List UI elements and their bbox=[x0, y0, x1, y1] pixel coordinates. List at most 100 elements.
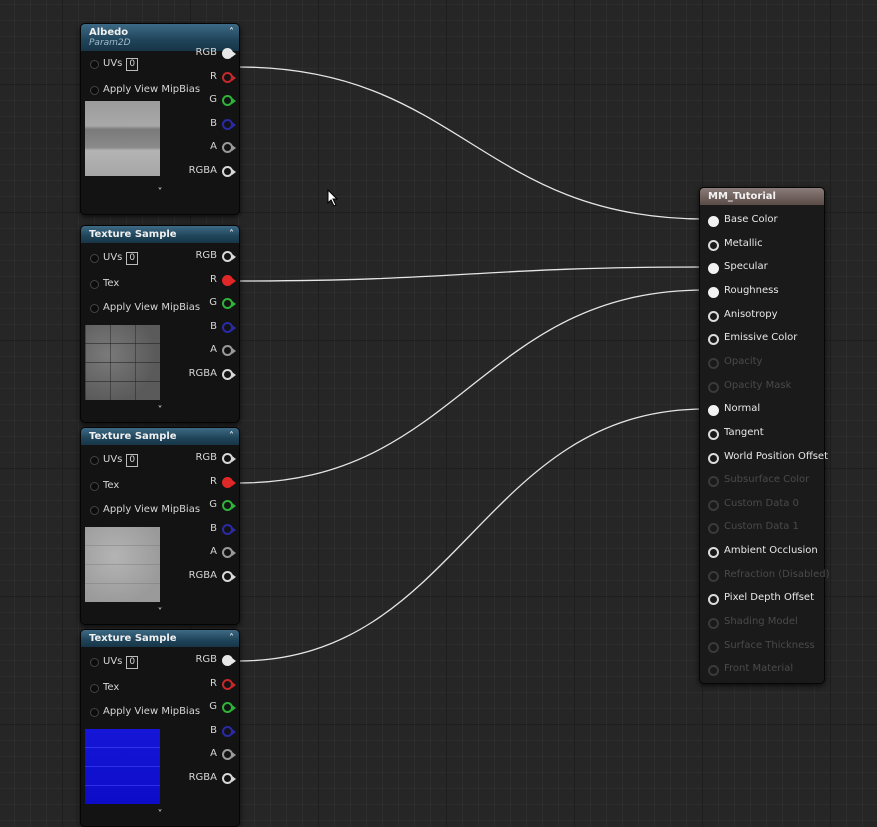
output-pin-rgb[interactable] bbox=[222, 48, 236, 59]
output-pin-r[interactable] bbox=[222, 476, 236, 488]
wire-texture2-r-to-roughness[interactable] bbox=[237, 289, 706, 484]
output-pin-rgba[interactable] bbox=[222, 773, 236, 784]
material-input-pin[interactable] bbox=[708, 310, 719, 322]
output-row-g[interactable]: G bbox=[81, 91, 239, 109]
output-row-a[interactable]: A bbox=[81, 745, 239, 763]
output-pin-rgba[interactable] bbox=[222, 369, 236, 380]
material-input-row[interactable]: Ambient Occlusion bbox=[700, 542, 824, 560]
output-row-rgb[interactable]: RGB bbox=[81, 449, 239, 467]
material-input-pin[interactable] bbox=[708, 405, 719, 417]
node-header[interactable]: Texture Sample ˄ bbox=[81, 226, 239, 243]
output-pin-r[interactable] bbox=[222, 274, 236, 286]
material-input-row[interactable]: Normal bbox=[700, 400, 824, 418]
material-input-label: Custom Data 1 bbox=[724, 521, 799, 533]
material-input-row[interactable]: Base Color bbox=[700, 211, 824, 229]
material-input-row: Subsurface Color bbox=[700, 471, 824, 489]
material-input-row[interactable]: Emissive Color bbox=[700, 329, 824, 347]
output-row-rgba[interactable]: RGBA bbox=[81, 162, 239, 180]
output-pin-g[interactable] bbox=[222, 95, 236, 107]
chevron-up-icon[interactable]: ˄ bbox=[229, 229, 234, 240]
output-row-g[interactable]: G bbox=[81, 698, 239, 716]
output-pin-g[interactable] bbox=[222, 500, 236, 512]
wire-texture3-rgb-to-normal[interactable] bbox=[237, 408, 706, 662]
output-row-a[interactable]: A bbox=[81, 341, 239, 359]
output-pin-g[interactable] bbox=[222, 702, 236, 714]
material-input-pin[interactable] bbox=[708, 428, 719, 440]
material-node-title[interactable]: MM_Tutorial bbox=[700, 188, 824, 205]
output-pin-g[interactable] bbox=[222, 298, 236, 310]
material-input-pin[interactable] bbox=[708, 216, 719, 227]
material-input-row[interactable]: Anisotropy bbox=[700, 306, 824, 324]
output-row-b[interactable]: B bbox=[81, 115, 239, 133]
output-pin-b[interactable] bbox=[222, 523, 236, 535]
output-row-rgba[interactable]: RGBA bbox=[81, 365, 239, 383]
output-pin-rgba[interactable] bbox=[222, 571, 236, 582]
output-row-g[interactable]: G bbox=[81, 294, 239, 312]
output-pin-a[interactable] bbox=[222, 547, 236, 559]
chevron-up-icon[interactable]: ˄ bbox=[229, 633, 234, 644]
output-row-r[interactable]: R bbox=[81, 473, 239, 491]
output-row-a[interactable]: A bbox=[81, 543, 239, 561]
output-pin-rgb[interactable] bbox=[222, 251, 236, 262]
chevron-down-icon[interactable]: ˅ bbox=[81, 809, 239, 820]
output-pin-b[interactable] bbox=[222, 725, 236, 737]
output-row-g[interactable]: G bbox=[81, 496, 239, 514]
material-input-row[interactable]: Tangent bbox=[700, 424, 824, 442]
wire-albedo-rgb-to-base-color[interactable] bbox=[237, 66, 706, 220]
node-header[interactable]: Texture Sample ˄ bbox=[81, 630, 239, 647]
output-pin-rgba[interactable] bbox=[222, 166, 236, 177]
output-pin-rgb[interactable] bbox=[222, 453, 236, 464]
output-row-r[interactable]: R bbox=[81, 271, 239, 289]
output-pin-a[interactable] bbox=[222, 749, 236, 761]
output-row-b[interactable]: B bbox=[81, 722, 239, 740]
node-header[interactable]: Texture Sample ˄ bbox=[81, 428, 239, 445]
material-input-pin[interactable] bbox=[708, 286, 719, 298]
output-row-rgba[interactable]: RGBA bbox=[81, 769, 239, 787]
output-pin-b[interactable] bbox=[222, 321, 236, 333]
chevron-down-icon[interactable]: ˅ bbox=[81, 607, 239, 618]
material-input-row[interactable]: World Position Offset bbox=[700, 448, 828, 466]
output-row-rgb[interactable]: RGB bbox=[81, 44, 239, 62]
output-row-a[interactable]: A bbox=[81, 138, 239, 156]
output-row-b[interactable]: B bbox=[81, 318, 239, 336]
output-label: A bbox=[210, 344, 217, 356]
material-input-pin[interactable] bbox=[708, 547, 719, 559]
material-input-row[interactable]: Pixel Depth Offset bbox=[700, 589, 824, 607]
albedo-node[interactable]: Albedo Param2D ˄ UVs 0 Apply View MipBias… bbox=[80, 23, 240, 215]
texture-sample-node[interactable]: Texture Sample ˄ UVs 0 Tex Apply View Mip… bbox=[80, 629, 240, 827]
material-input-row[interactable]: Metallic bbox=[700, 235, 824, 253]
output-row-rgba[interactable]: RGBA bbox=[81, 567, 239, 585]
material-input-pin bbox=[708, 641, 719, 653]
output-pin-b[interactable] bbox=[222, 118, 236, 130]
material-input-row: Surface Thickness bbox=[700, 637, 824, 655]
material-input-row[interactable]: Roughness bbox=[700, 282, 824, 300]
output-row-r[interactable]: R bbox=[81, 675, 239, 693]
output-row-b[interactable]: B bbox=[81, 520, 239, 538]
material-input-pin[interactable] bbox=[708, 334, 719, 346]
material-input-row[interactable]: Specular bbox=[700, 258, 824, 276]
chevron-up-icon[interactable]: ˄ bbox=[229, 27, 234, 38]
wire-texture1-r-to-specular[interactable] bbox=[237, 266, 706, 282]
output-label: R bbox=[210, 273, 217, 285]
material-input-label: Opacity bbox=[724, 355, 763, 367]
chevron-down-icon[interactable]: ˅ bbox=[81, 187, 239, 198]
output-pin-r[interactable] bbox=[222, 71, 236, 83]
output-label: A bbox=[210, 546, 217, 558]
output-pin-rgb[interactable] bbox=[222, 655, 236, 666]
output-pin-r[interactable] bbox=[222, 678, 236, 690]
texture-sample-node[interactable]: Texture Sample ˄ UVs 0 Tex Apply View Mip… bbox=[80, 427, 240, 625]
material-input-pin[interactable] bbox=[708, 263, 719, 275]
chevron-up-icon[interactable]: ˄ bbox=[229, 431, 234, 442]
output-pin-a[interactable] bbox=[222, 142, 236, 154]
material-input-pin[interactable] bbox=[708, 452, 719, 464]
output-row-r[interactable]: R bbox=[81, 68, 239, 86]
material-output-node[interactable]: MM_Tutorial Base Color Metallic Specular Ro… bbox=[699, 187, 830, 684]
material-input-pin[interactable] bbox=[708, 594, 719, 606]
chevron-down-icon[interactable]: ˅ bbox=[81, 405, 239, 416]
texture-sample-node[interactable]: Texture Sample ˄ UVs 0 Tex Apply View Mip… bbox=[80, 225, 240, 423]
output-label: RGB bbox=[195, 250, 217, 261]
output-row-rgb[interactable]: RGB bbox=[81, 651, 239, 669]
output-pin-a[interactable] bbox=[222, 345, 236, 357]
output-row-rgb[interactable]: RGB bbox=[81, 247, 239, 265]
material-input-pin[interactable] bbox=[708, 239, 719, 251]
